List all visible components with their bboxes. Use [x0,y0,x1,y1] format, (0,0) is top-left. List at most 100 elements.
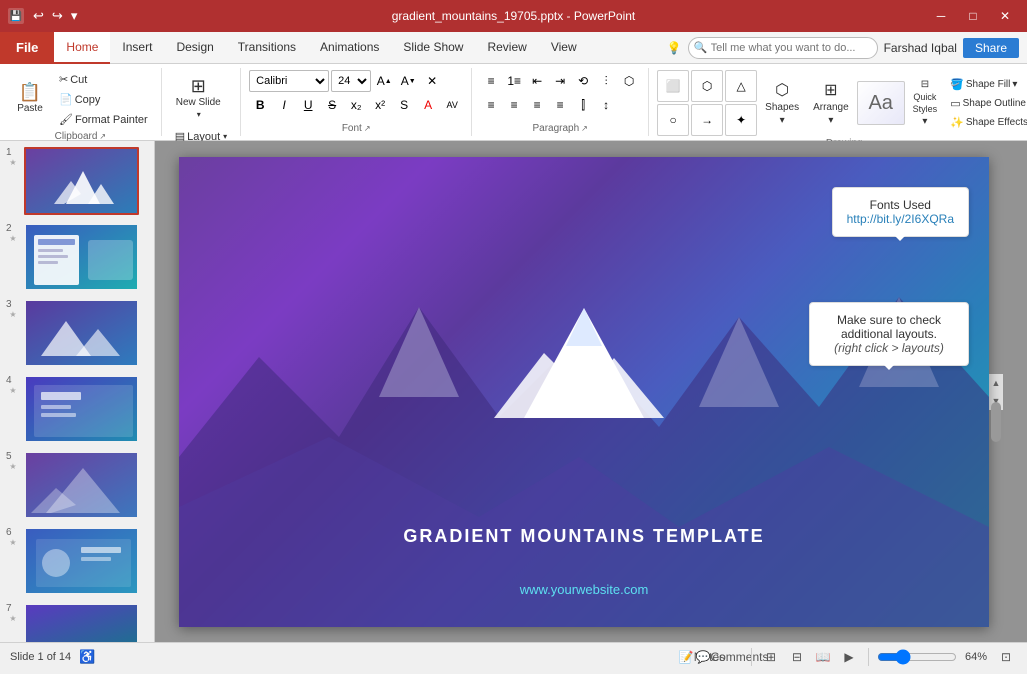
ribbon-content: 📋 Paste ✂ Cut 📄 Copy 🖌 [0,64,1027,140]
maximize-button[interactable]: □ [959,5,987,27]
superscript-button[interactable]: x² [369,94,391,116]
shape-box-5[interactable]: → [691,104,723,136]
shape-box-4[interactable]: ○ [657,104,689,136]
slide-num-1: 1 [6,147,20,158]
shape-effects-button[interactable]: ✨ Shape Effects ▾ [945,114,1027,131]
columns-button[interactable]: ⫿ [572,94,594,116]
shape-box-6[interactable]: ✦ [725,104,757,136]
text-direction-button[interactable]: ⟲ [572,70,594,92]
comments-button[interactable]: 💬 Comments [721,646,743,668]
callout-box-1: Fonts Used http://bit.ly/2I6XQRa [832,187,969,237]
slide-sorter-button[interactable]: ⊟ [786,646,808,668]
tab-design[interactable]: Design [164,32,225,64]
shadow-button[interactable]: S [393,94,415,116]
font-size-select[interactable]: 24 [331,70,371,92]
char-spacing-button[interactable]: AV [441,94,463,116]
paste-button[interactable]: 📋 Paste [8,70,52,126]
align-left-button[interactable]: ≡ [480,94,502,116]
clipboard-content: 📋 Paste ✂ Cut 📄 Copy 🖌 [8,70,153,129]
quick-styles-box[interactable]: Aa [857,81,905,125]
shapes-button[interactable]: ⬡ Shapes ▾ [759,76,805,130]
main-area: 1 ★ [0,141,1027,642]
slide-num-6: 6 [6,527,20,538]
tab-home[interactable]: Home [54,32,110,64]
logo-mountain [474,298,694,468]
copy-button[interactable]: 📄 Copy [54,90,153,109]
slide-thumb-1[interactable]: 1 ★ [4,145,150,217]
subscript-button[interactable]: x₂ [345,94,367,116]
bold-button[interactable]: B [249,94,271,116]
fit-slide-button[interactable]: ⊡ [995,646,1017,668]
slide-panel[interactable]: 1 ★ [0,141,155,642]
slide-thumb-7[interactable]: 7 ★ [4,601,150,642]
slide-img-1 [24,147,139,215]
arrange-button[interactable]: ⊞ Arrange ▾ [807,76,855,130]
scroll-thumb[interactable] [991,402,1001,442]
cut-button[interactable]: ✂ Cut [54,70,153,89]
clipboard-expand-icon[interactable]: ↗ [99,132,106,141]
shape-fill-button[interactable]: 🪣 Shape Fill ▾ [945,76,1027,93]
slide-thumb-2[interactable]: 2 ★ [4,221,150,293]
normal-view-button[interactable]: ⊞ [760,646,782,668]
slideshow-button[interactable]: ▶ [838,646,860,668]
new-slide-button[interactable]: ⊞ New Slide ▾ [170,70,227,126]
slide-thumb-6[interactable]: 6 ★ [4,525,150,597]
slide-star-6: ★ [9,538,16,547]
italic-button[interactable]: I [273,94,295,116]
format-painter-button[interactable]: 🖌 Format Painter [54,110,153,129]
decrease-indent-button[interactable]: ⇤ [526,70,548,92]
underline-button[interactable]: U [297,94,319,116]
line-spacing-button[interactable]: ↕ [595,94,617,116]
minimize-button[interactable]: ─ [927,5,955,27]
undo-button[interactable]: ↩ [30,6,47,26]
canvas-area[interactable]: GRADIENT MOUNTAINS TEMPLATE www.yourwebs… [155,141,1027,642]
slide-thumb-3[interactable]: 3 ★ [4,297,150,369]
convert-smartart-button[interactable]: ⬡ [618,70,640,92]
tab-insert[interactable]: Insert [110,32,164,64]
reading-view-button[interactable]: 📖 [812,646,834,668]
tab-review[interactable]: Review [475,32,538,64]
zoom-slider[interactable] [877,650,957,664]
shape-outline-button[interactable]: ▭ Shape Outline ▾ [945,95,1027,112]
tab-animations[interactable]: Animations [308,32,391,64]
slide-thumb-4[interactable]: 4 ★ [4,373,150,445]
justify-button[interactable]: ≡ [549,94,571,116]
increase-indent-button[interactable]: ⇥ [549,70,571,92]
scroll-up-arrow[interactable]: ▲ [990,376,1003,390]
slide-count-label: Slide 1 of 14 [10,651,71,663]
align-center-button[interactable]: ≡ [503,94,525,116]
font-face-select[interactable]: Calibri [249,70,329,92]
undo-redo-group: ↩ ↪ ▾ [30,6,80,26]
font-color-button[interactable]: A [417,94,439,116]
increase-font-button[interactable]: A▲ [373,70,395,92]
save-icon[interactable]: 💾 [8,8,24,24]
customize-qat-button[interactable]: ▾ [68,6,81,26]
slide-thumb-5[interactable]: 5 ★ [4,449,150,521]
clear-format-button[interactable]: ✕ [421,70,443,92]
align-text-button[interactable]: ⫶ [595,70,617,92]
paragraph-expand-icon[interactable]: ↗ [581,124,588,133]
tab-slideshow[interactable]: Slide Show [391,32,475,64]
share-button[interactable]: Share [963,38,1019,58]
strikethrough-button[interactable]: S [321,94,343,116]
font-expand-icon[interactable]: ↗ [364,124,371,133]
shape-box-3[interactable]: △ [725,70,757,102]
shape-box-2[interactable]: ⬡ [691,70,723,102]
file-tab[interactable]: File [0,32,54,64]
shape-box-1[interactable]: ⬜ [657,70,689,102]
redo-button[interactable]: ↪ [49,6,66,26]
slides-group: ⊞ New Slide ▾ ▤ Layout ▾ ↺ Reset [162,68,241,136]
canvas-scrollbar-right[interactable]: ▲ ▼ [989,374,1003,410]
quick-styles-button[interactable]: ⊟ Quick Styles ▾ [907,75,944,131]
numbering-button[interactable]: 1≡ [503,70,525,92]
tab-transitions[interactable]: Transitions [226,32,308,64]
search-input[interactable] [688,37,878,59]
close-button[interactable]: ✕ [991,5,1019,27]
tab-view[interactable]: View [539,32,589,64]
para-row-1: ≡ 1≡ ⇤ ⇥ ⟲ ⫶ ⬡ [480,70,640,92]
decrease-font-button[interactable]: A▼ [397,70,419,92]
user-name: Farshad Iqbal [884,41,957,55]
bullets-button[interactable]: ≡ [480,70,502,92]
align-right-button[interactable]: ≡ [526,94,548,116]
paragraph-label: Paragraph ↗ [532,123,587,134]
